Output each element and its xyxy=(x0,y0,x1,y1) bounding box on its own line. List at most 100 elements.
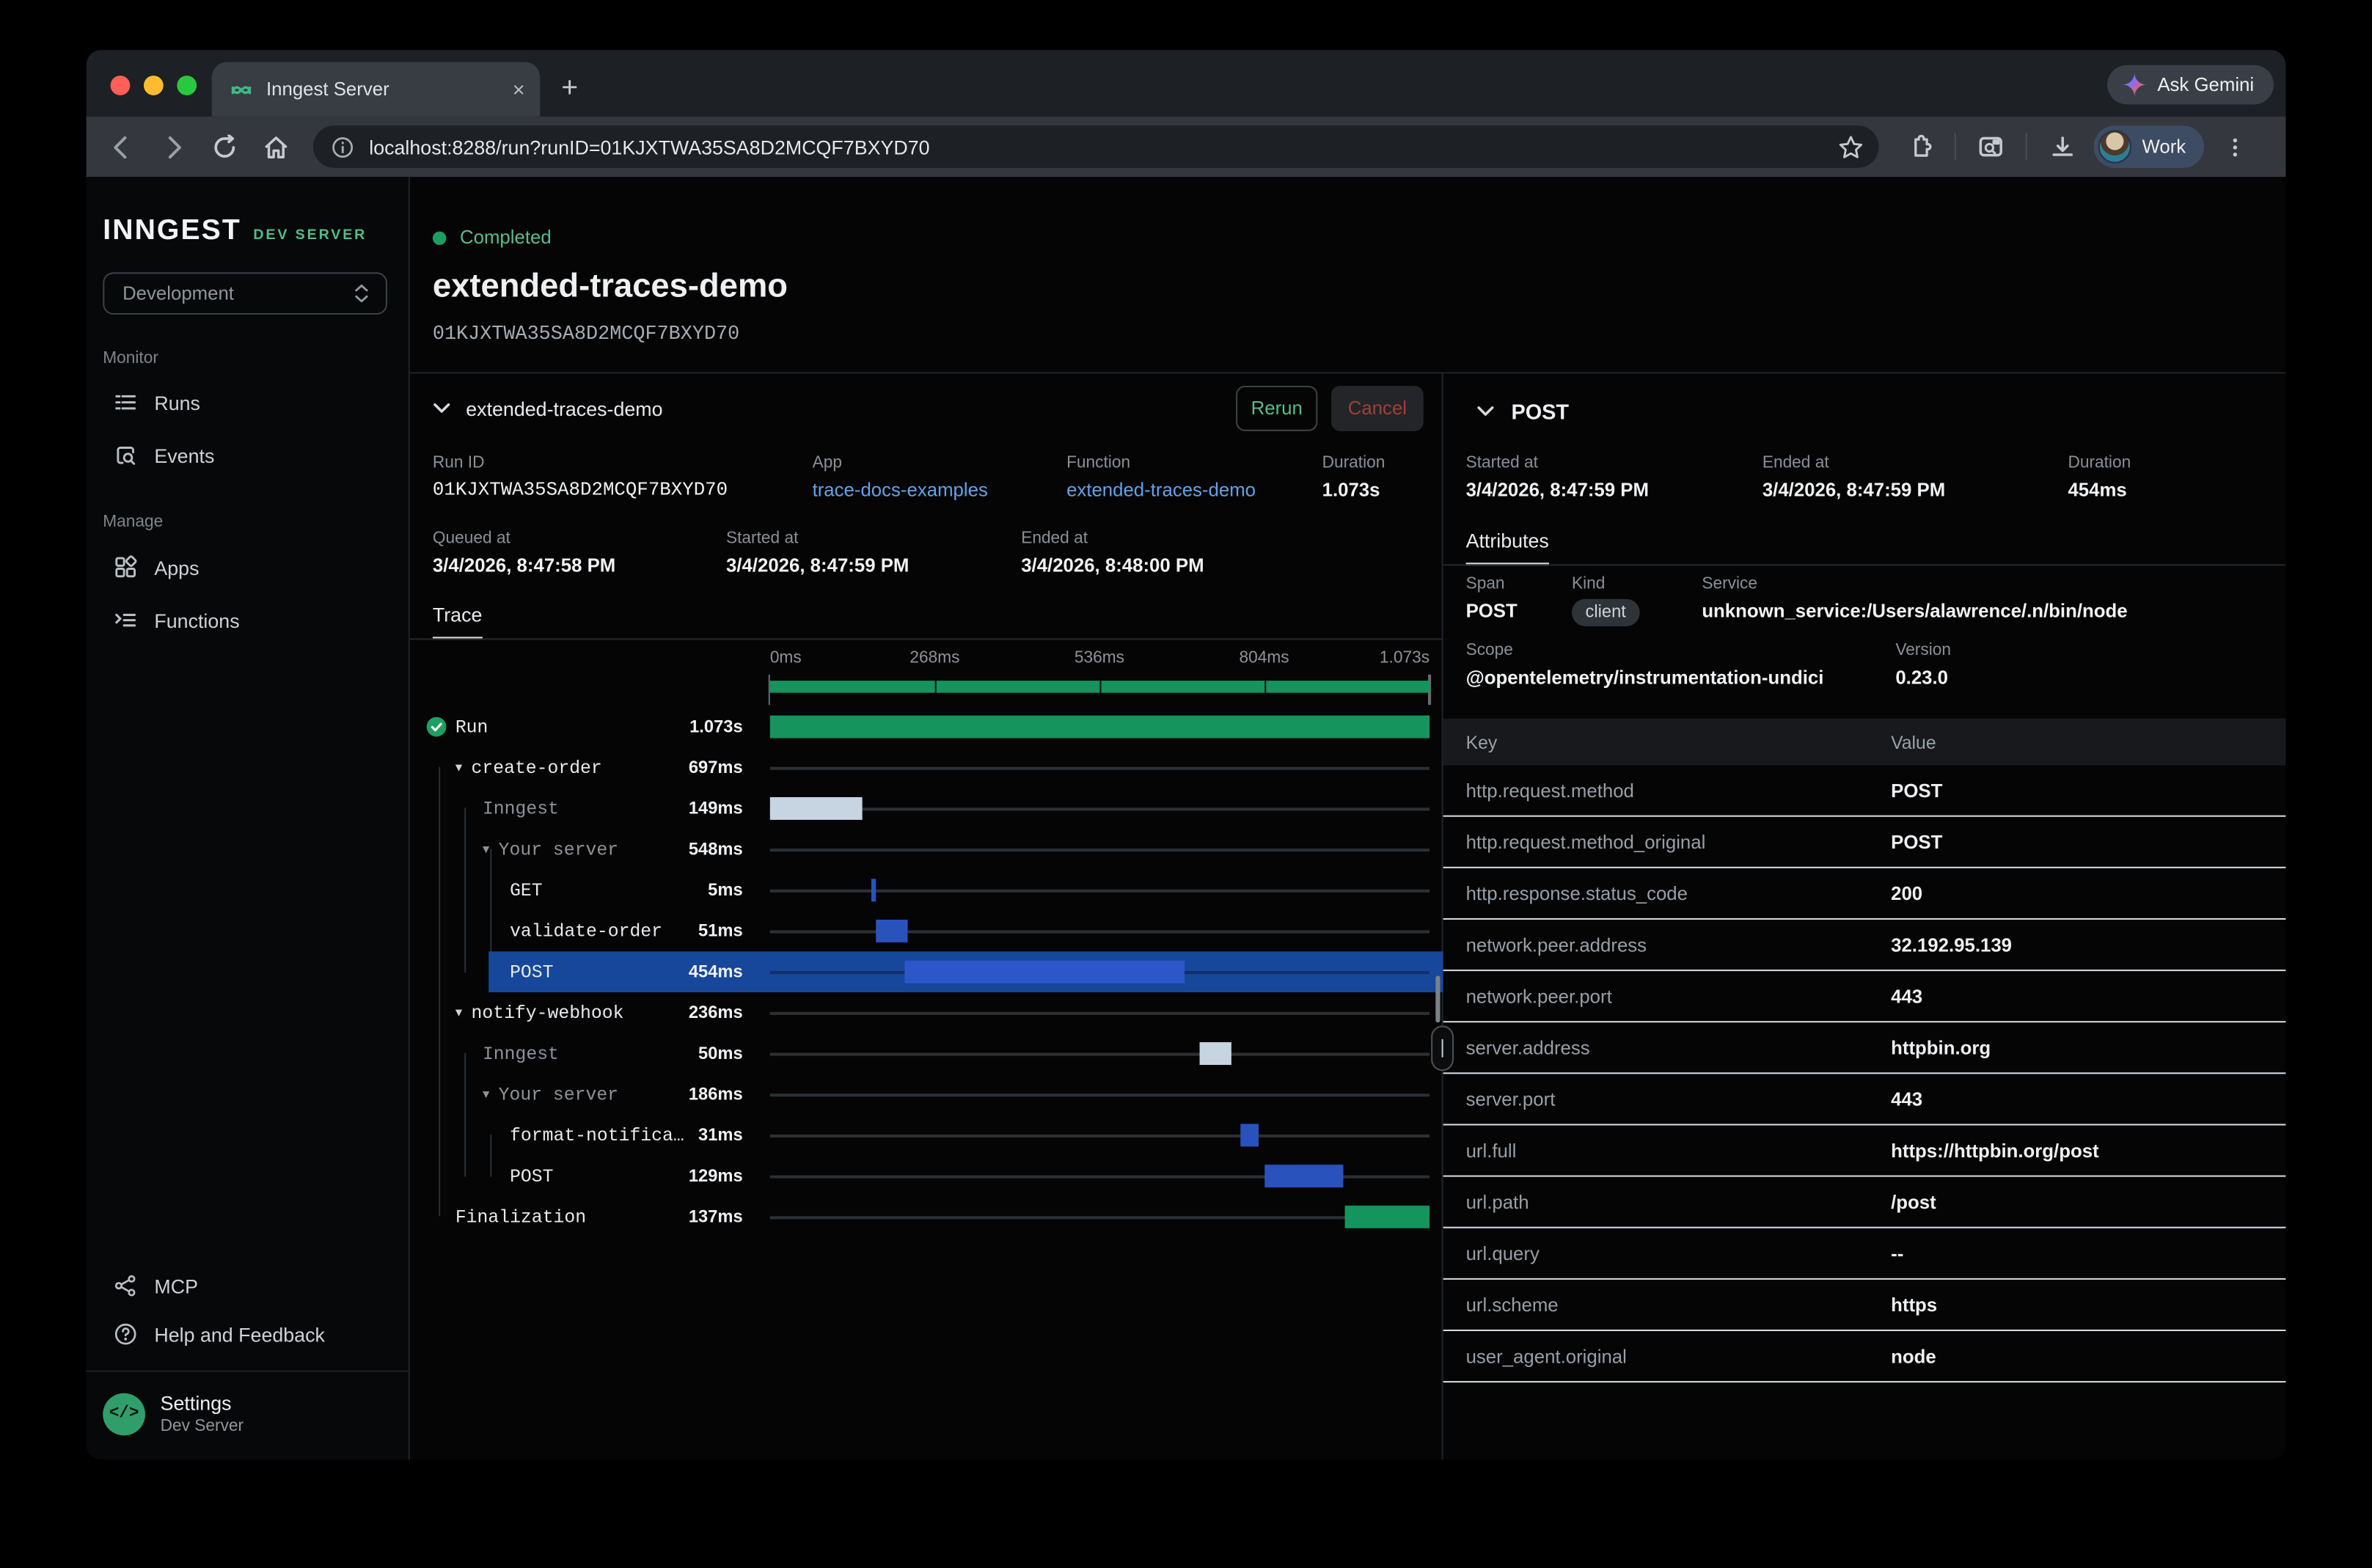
minimize-window-button[interactable] xyxy=(144,76,164,95)
site-info-icon[interactable] xyxy=(332,136,354,158)
runs-icon xyxy=(114,390,138,414)
span-name: POST xyxy=(510,1165,553,1187)
row-caret-icon[interactable]: ▾ xyxy=(483,841,489,858)
back-button[interactable] xyxy=(95,134,147,160)
span-bar[interactable] xyxy=(770,797,862,820)
attribute-value: /post xyxy=(1891,1191,2285,1212)
reload-button[interactable] xyxy=(198,134,249,160)
trace-row-finalization[interactable]: Finalization137ms xyxy=(410,1196,1443,1237)
span-bar[interactable] xyxy=(770,716,1430,739)
app-link[interactable]: trace-docs-examples xyxy=(813,480,988,501)
search-tabs-icon[interactable] xyxy=(1965,133,2016,161)
trace-row-create-order[interactable]: ▾create-order697ms xyxy=(410,747,1443,788)
profile-chip[interactable]: Work xyxy=(2094,125,2204,168)
trace-row-get[interactable]: GET5ms xyxy=(410,870,1443,911)
settings-item[interactable]: </> Settings Dev Server xyxy=(87,1372,409,1460)
field-run-id: Run ID 01KJXTWA35SA8D2MCQF7BXYD70 xyxy=(433,454,728,501)
trace-row-inngest[interactable]: Inngest149ms xyxy=(410,788,1443,829)
span-bar[interactable] xyxy=(905,961,1185,983)
row-guide-line xyxy=(770,1135,1430,1137)
trace-row-validate-order[interactable]: validate-order51ms xyxy=(410,911,1443,952)
attribute-key: http.request.method xyxy=(1443,780,1892,801)
browser-tab[interactable]: Inngest Server × xyxy=(212,62,541,117)
field-app: App trace-docs-examples xyxy=(813,454,988,501)
collapse-chevron-icon[interactable] xyxy=(433,403,451,415)
tab-trace[interactable]: Trace xyxy=(433,604,483,640)
trace-row-post[interactable]: POST454ms xyxy=(410,951,1443,992)
row-caret-icon[interactable]: ▾ xyxy=(483,1086,489,1103)
field-span-service: Service unknown_service:/Users/alawrence… xyxy=(1702,575,2127,622)
tab-close-icon[interactable]: × xyxy=(513,77,525,101)
field-span-scope: Scope @opentelemetry/instrumentation-und… xyxy=(1466,642,1824,689)
row-caret-icon[interactable]: ▾ xyxy=(455,1005,462,1022)
address-bar[interactable]: localhost:8288/run?runID=01KJXTWA35SA8D2… xyxy=(313,125,1879,168)
attributes-table-body: http.request.methodPOSThttp.request.meth… xyxy=(1443,766,2286,1383)
field-duration: Duration 1.073s xyxy=(1322,454,1386,501)
downloads-icon[interactable] xyxy=(2036,134,2087,160)
inngest-favicon xyxy=(230,78,253,100)
span-duration: 51ms xyxy=(698,922,770,940)
span-bar[interactable] xyxy=(1264,1165,1344,1187)
span-name: Inngest xyxy=(483,798,559,819)
attribute-value: httpbin.org xyxy=(1891,1037,2285,1058)
span-name: Your server xyxy=(499,839,618,860)
sidebar-item-help[interactable]: Help and Feedback xyxy=(87,1310,409,1358)
span-bar[interactable] xyxy=(871,879,875,901)
trace-row-format-notifica-[interactable]: format-notifica…31ms xyxy=(410,1115,1443,1156)
row-guide-line xyxy=(770,1093,1430,1096)
trace-minimap[interactable] xyxy=(770,681,1430,693)
extensions-icon[interactable] xyxy=(1894,134,1945,160)
field-queued-at: Queued at 3/4/2026, 8:47:58 PM xyxy=(433,530,615,576)
field-ended-at: Ended at 3/4/2026, 8:48:00 PM xyxy=(1021,530,1204,576)
function-link[interactable]: extended-traces-demo xyxy=(1066,480,1256,501)
apps-icon xyxy=(114,555,138,579)
ask-gemini-button[interactable]: Ask Gemini xyxy=(2107,65,2274,105)
settings-subtitle: Dev Server xyxy=(161,1418,244,1436)
sidebar-item-runs[interactable]: Runs xyxy=(103,383,393,422)
span-name: create-order xyxy=(472,757,602,778)
window-controls[interactable] xyxy=(111,76,197,95)
scrollbar-thumb[interactable] xyxy=(1435,975,1440,1022)
span-bar[interactable] xyxy=(1200,1042,1231,1065)
sidebar-item-functions[interactable]: Functions xyxy=(103,601,393,640)
cancel-button[interactable]: Cancel xyxy=(1331,386,1424,431)
span-bar[interactable] xyxy=(876,920,907,942)
new-tab-button[interactable]: + xyxy=(561,74,578,103)
main-content: Completed extended-traces-demo 01KJXTWA3… xyxy=(410,177,2286,1459)
status-dot-icon xyxy=(433,231,447,245)
tab-title: Inngest Server xyxy=(266,78,513,100)
attribute-value: 200 xyxy=(1891,882,2285,904)
span-duration: 548ms xyxy=(689,840,770,859)
row-caret-icon[interactable]: ▾ xyxy=(455,759,462,776)
run-card-title: extended-traces-demo xyxy=(466,397,1236,420)
trace-row-your-server[interactable]: ▾ Your server 548ms xyxy=(410,829,1443,870)
close-window-button[interactable] xyxy=(111,76,131,95)
menu-dots-icon[interactable] xyxy=(2210,136,2261,158)
trace-row-notify-webhook[interactable]: ▾notify-webhook236ms xyxy=(410,992,1443,1033)
trace-row-post[interactable]: POST129ms xyxy=(410,1156,1443,1197)
bookmark-star-icon[interactable] xyxy=(1838,134,1864,160)
sidebar-item-apps[interactable]: Apps xyxy=(103,548,393,587)
collapse-chevron-icon[interactable] xyxy=(1476,406,1495,418)
attributes-table: Key Value http.request.methodPOSThttp.re… xyxy=(1443,719,2286,1382)
rerun-button[interactable]: Rerun xyxy=(1236,386,1317,431)
field-span-started: Started at 3/4/2026, 8:47:59 PM xyxy=(1466,454,1649,501)
forward-button[interactable] xyxy=(147,134,198,160)
help-icon xyxy=(114,1322,138,1347)
trace-row-inngest[interactable]: Inngest50ms xyxy=(410,1033,1443,1074)
panel-resize-handle[interactable] xyxy=(1431,1025,1454,1071)
span-bar[interactable] xyxy=(1345,1206,1430,1228)
environment-select[interactable]: Development xyxy=(103,272,387,315)
span-bar[interactable] xyxy=(1240,1124,1259,1146)
tab-attributes[interactable]: Attributes xyxy=(1466,530,1549,566)
trace-row-run[interactable]: Run1.073s xyxy=(410,706,1443,747)
attribute-key: http.request.method_original xyxy=(1443,831,1892,852)
trace-row-your-server[interactable]: ▾Your server186ms xyxy=(410,1074,1443,1115)
attribute-row: http.request.method_originalPOST xyxy=(1443,817,2286,868)
zoom-window-button[interactable] xyxy=(177,76,197,95)
sidebar-item-events[interactable]: Events xyxy=(103,436,393,475)
span-duration: 236ms xyxy=(689,1003,770,1022)
timeline-axis: 0ms 268ms 536ms 804ms 1.073s xyxy=(770,649,1430,669)
sidebar-item-mcp[interactable]: MCP xyxy=(87,1261,409,1310)
home-button[interactable] xyxy=(249,134,301,160)
